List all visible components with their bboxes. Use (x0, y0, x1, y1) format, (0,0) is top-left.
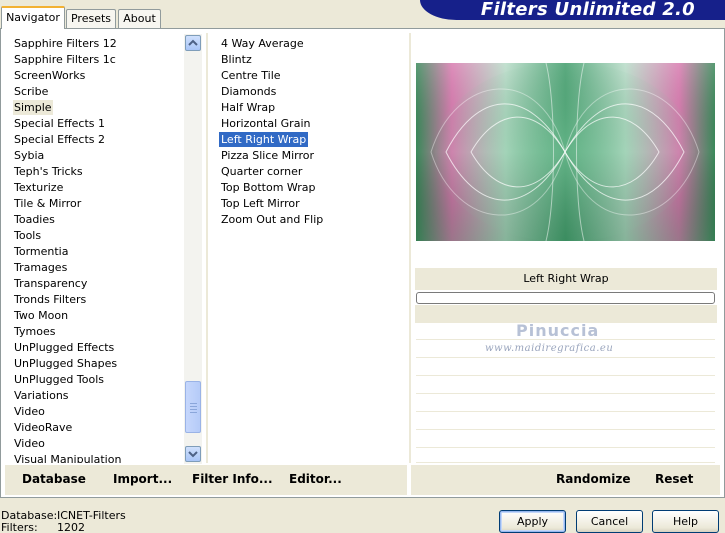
watermark-url: www.maidiregrafica.eu (485, 343, 614, 354)
category-item[interactable]: Scribe (13, 84, 49, 99)
control-row (416, 359, 715, 376)
category-item[interactable]: Two Moon (13, 308, 69, 323)
category-item[interactable]: Video (13, 436, 46, 451)
filter-list[interactable]: 4 Way Average Blintz Centre Tile Diamonds Ha… (213, 33, 409, 463)
filter-item[interactable]: Pizza Slice Mirror (219, 148, 316, 163)
category-item[interactable]: Tormentia (13, 244, 69, 259)
help-button[interactable]: Help (652, 510, 719, 533)
category-item[interactable]: Toadies (13, 212, 56, 227)
chevron-up-icon (188, 39, 198, 46)
filter-item[interactable]: Horizontal Grain (219, 116, 312, 131)
filter-item[interactable]: Centre Tile (219, 68, 283, 83)
category-item[interactable]: ScreenWorks (13, 68, 86, 83)
category-item[interactable]: Tramages (13, 260, 68, 275)
category-item[interactable]: UnPlugged Effects (13, 340, 115, 355)
scroll-thumb[interactable] (185, 381, 201, 433)
category-item[interactable]: Transparency (13, 276, 88, 291)
divider (407, 465, 411, 495)
category-item[interactable]: Tymoes (13, 324, 56, 339)
category-item[interactable]: Special Effects 2 (13, 132, 106, 147)
app-title: Filters Unlimited 2.0 (480, 0, 695, 20)
category-scrollbar[interactable] (184, 34, 202, 464)
preview-image (416, 63, 715, 241)
tab-about[interactable]: About (118, 9, 161, 28)
category-item[interactable]: Simple (13, 100, 53, 115)
chevron-down-icon (188, 451, 198, 458)
navigator-panel: Sapphire Filters 12 Sapphire Filters 1c Sc… (0, 28, 725, 498)
category-item[interactable]: Special Effects 1 (13, 116, 106, 131)
filter-info-button[interactable]: Filter Info... (192, 472, 273, 486)
watermark-name: Pinuccia (516, 321, 600, 340)
preview-panel: Left Right Wrap Pinuccia www.maidiregraf… (413, 33, 719, 463)
category-item[interactable]: VideoRave (13, 420, 73, 435)
filter-item[interactable]: Left Right Wrap (219, 132, 309, 147)
category-item[interactable]: Sybia (13, 148, 45, 163)
filter-item[interactable]: Blintz (219, 52, 254, 67)
control-row (416, 413, 715, 430)
scroll-up-button[interactable] (185, 35, 201, 51)
status-filters-label: Filters: (1, 521, 38, 533)
control-row (416, 395, 715, 412)
category-item[interactable]: Sapphire Filters 1c (13, 52, 117, 67)
tab-navigator[interactable]: Navigator (1, 6, 65, 29)
editor-button[interactable]: Editor... (289, 472, 342, 486)
tab-presets[interactable]: Presets (66, 9, 116, 28)
category-item[interactable]: UnPlugged Shapes (13, 356, 118, 371)
randomize-button[interactable]: Randomize (556, 472, 630, 486)
filter-item[interactable]: Top Left Mirror (219, 196, 302, 211)
filter-item[interactable]: Zoom Out and Flip (219, 212, 325, 227)
category-item[interactable]: Tronds Filters (13, 292, 87, 307)
category-item[interactable]: UnPlugged Tools (13, 372, 105, 387)
category-item[interactable]: Variations (13, 388, 70, 403)
import-button[interactable]: Import... (113, 472, 172, 486)
filter-item[interactable]: 4 Way Average (219, 36, 306, 51)
category-list[interactable]: Sapphire Filters 12 Sapphire Filters 1c Sc… (5, 33, 203, 463)
status-filters-value: 1202 (57, 521, 85, 533)
category-item[interactable]: Texturize (13, 180, 64, 195)
title-banner: Filters Unlimited 2.0 (420, 0, 725, 20)
filter-item[interactable]: Top Bottom Wrap (219, 180, 318, 195)
category-item[interactable]: Video (13, 404, 46, 419)
category-item[interactable]: Tools (13, 228, 42, 243)
filter-item[interactable]: Half Wrap (219, 100, 277, 115)
reset-button[interactable]: Reset (655, 472, 693, 486)
database-button[interactable]: Database (22, 472, 86, 486)
control-row (416, 449, 715, 463)
control-row (416, 377, 715, 394)
divider (206, 33, 208, 463)
apply-button[interactable]: Apply (499, 510, 566, 533)
category-item[interactable]: Tile & Mirror (13, 196, 82, 211)
category-item[interactable]: Teph's Tricks (13, 164, 84, 179)
selected-filter-name: Left Right Wrap (415, 268, 717, 290)
filter-item[interactable]: Diamonds (219, 84, 278, 99)
scroll-down-button[interactable] (185, 446, 201, 462)
divider (409, 33, 411, 463)
filter-item[interactable]: Quarter corner (219, 164, 304, 179)
progress-bar (416, 292, 715, 304)
cancel-button[interactable]: Cancel (576, 510, 643, 533)
action-bar: Database Import... Filter Info... Editor… (5, 465, 720, 495)
status-filters: Filters: 1202 (1, 521, 85, 533)
control-row (416, 431, 715, 448)
category-item[interactable]: Sapphire Filters 12 (13, 36, 118, 51)
category-item[interactable]: Visual Manipulation (13, 452, 122, 463)
